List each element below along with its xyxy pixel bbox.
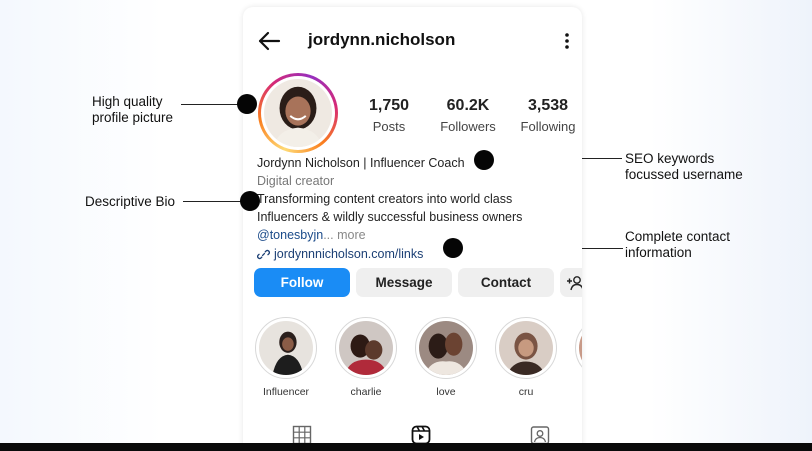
bio-line: Transforming content creators into world… [257, 192, 513, 206]
annotation-seo: SEO keywords focussed username [625, 151, 743, 183]
category-label: Digital creator [257, 174, 335, 188]
mention-link[interactable]: @tonesbyjn [257, 228, 323, 242]
reels-icon[interactable] [411, 425, 431, 445]
bio-extra: @tonesbyjn... more [257, 226, 577, 244]
profile-username: jordynn.nicholson [308, 30, 456, 49]
link-icon [257, 249, 270, 259]
profile-picture [264, 79, 332, 147]
profile-link-text: jordynnnicholson.com/links [274, 247, 424, 261]
tagged-icon[interactable] [530, 425, 550, 445]
display-name: Jordynn Nicholson | Influencer Coach [257, 156, 465, 170]
annotation-connector [181, 104, 241, 105]
profile-bio: Jordynn Nicholson | Influencer Coach Dig… [257, 154, 577, 263]
following-count: 3,538 [527, 97, 569, 114]
bio-line: Influencers & wildly successful business… [257, 210, 523, 224]
story-highlight[interactable]: Influencer [253, 317, 319, 398]
story-highlight[interactable]: charlie [333, 317, 399, 398]
more-link[interactable]: ... more [323, 228, 365, 242]
annotation-contact-line2: information [625, 245, 692, 260]
following-stat[interactable]: 3,538 Following [508, 97, 582, 134]
posts-label: Posts [372, 119, 406, 134]
highlight-cover [419, 321, 473, 375]
highlight-cover [259, 321, 313, 375]
more-options-icon[interactable] [563, 31, 571, 51]
contact-button[interactable]: Contact [458, 268, 554, 297]
profile-link[interactable]: jordynnnicholson.com/links [257, 245, 577, 263]
highlight-cover [499, 321, 553, 375]
profile-screen: jordynn.nicholson 1,750 Posts 60.2K Foll… [243, 7, 582, 451]
grid-icon[interactable] [292, 425, 312, 445]
posts-count: 1,750 [368, 97, 410, 114]
story-highlight[interactable]: cru [493, 317, 559, 398]
highlight-label: love [436, 386, 456, 398]
highlight-cover [339, 321, 393, 375]
annotation-marker [443, 238, 463, 258]
annotation-marker [237, 94, 257, 114]
highlight-cover [579, 321, 582, 375]
highlight-label: cru [518, 386, 534, 398]
annotation-marker [474, 150, 494, 170]
story-highlight[interactable]: love [413, 317, 479, 398]
annotation-bio: Descriptive Bio [85, 194, 176, 209]
annotation-marker [240, 191, 260, 211]
bottom-bar [0, 443, 812, 451]
posts-stat[interactable]: 1,750 Posts [349, 97, 429, 134]
back-arrow-icon[interactable] [257, 30, 281, 52]
annotation-profile-picture: High quality profile picture [92, 94, 173, 126]
add-person-icon [567, 276, 582, 291]
follow-button[interactable]: Follow [254, 268, 350, 297]
highlight-label: Influencer [262, 386, 310, 398]
following-label: Following [520, 119, 576, 134]
story-highlight[interactable] [573, 317, 582, 379]
annotation-contact: Complete contact information [625, 229, 730, 261]
highlight-label: charlie [350, 386, 382, 398]
followers-label: Followers [440, 119, 496, 134]
annotation-contact-line1: Complete contact [625, 229, 731, 244]
annotation-seo-line1: SEO keywords [625, 151, 715, 166]
annotation-seo-line2: focussed username [625, 167, 743, 182]
followers-stat[interactable]: 60.2K Followers [428, 97, 508, 134]
profile-avatar[interactable] [258, 73, 338, 153]
message-button[interactable]: Message [356, 268, 452, 297]
suggested-people-button[interactable] [560, 268, 582, 297]
annotation-profile-picture-line2: profile picture [92, 110, 174, 125]
annotation-profile-picture-line1: High quality [92, 94, 163, 109]
annotation-connector [183, 201, 243, 202]
followers-count: 60.2K [446, 97, 490, 114]
